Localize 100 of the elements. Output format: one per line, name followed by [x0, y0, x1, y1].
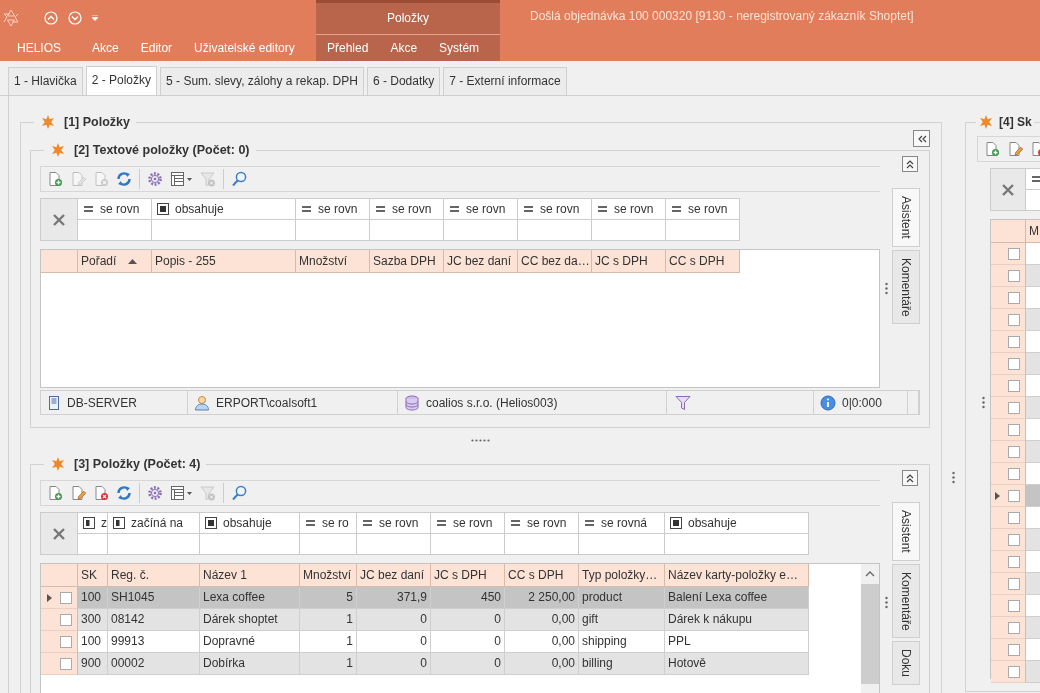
checkbox[interactable]: [1008, 335, 1020, 348]
scroll-up-icon[interactable]: [865, 570, 875, 578]
clear-filter-button[interactable]: [41, 199, 78, 241]
up-circle-icon[interactable]: [44, 10, 58, 25]
filter-input[interactable]: [300, 534, 357, 555]
clear-filter-button[interactable]: [991, 169, 1026, 211]
checkbox[interactable]: [1008, 665, 1020, 678]
search-icon[interactable]: [231, 485, 247, 501]
checkbox[interactable]: [1008, 445, 1020, 458]
filter-input[interactable]: [152, 220, 296, 241]
filter-input[interactable]: [444, 220, 518, 241]
column-header[interactable]: Popis - 255: [152, 250, 296, 272]
search-icon[interactable]: [231, 171, 247, 187]
filter-input[interactable]: [296, 220, 370, 241]
column-header[interactable]: Sazba DPH: [370, 250, 444, 272]
menu-item[interactable]: Akce: [379, 35, 429, 61]
checkbox[interactable]: [1008, 489, 1020, 502]
filter-operator[interactable]: se rovn: [444, 199, 518, 220]
checkbox[interactable]: [1008, 533, 1020, 546]
filter-operator[interactable]: obsahuje: [152, 199, 296, 220]
filter-operator[interactable]: obsahuje: [200, 513, 300, 534]
filter-input[interactable]: [78, 220, 152, 241]
table-row[interactable]: 300 08142 Dárek shoptet 1 0 0 0,00 gift Dárek k nákupu: [41, 609, 809, 631]
filter-operator[interactable]: se rovn: [592, 199, 666, 220]
tab[interactable]: 6 - Dodatky: [366, 67, 441, 95]
splitter-handle-icon[interactable]: [884, 281, 888, 295]
column-header[interactable]: CC bez da…: [518, 250, 592, 272]
column-header[interactable]: Množství: [300, 564, 357, 586]
column-header[interactable]: Reg. č.: [108, 564, 200, 586]
column-header[interactable]: SK: [78, 564, 108, 586]
filter-operator[interactable]: obsahuje: [665, 513, 809, 534]
splitter-handle-icon[interactable]: [982, 395, 985, 409]
table-columns-icon[interactable]: [170, 171, 193, 187]
filter-operator[interactable]: začíná na: [108, 513, 200, 534]
table-columns-icon[interactable]: [170, 485, 193, 501]
column-header[interactable]: JC s DPH: [431, 564, 505, 586]
side-tab[interactable]: Komentáře: [892, 563, 920, 639]
filter-operator[interactable]: se rovn: [505, 513, 579, 534]
context-tab-group[interactable]: Položky: [316, 3, 500, 35]
menu-item[interactable]: Systém: [428, 35, 491, 61]
filter-operator[interactable]: se rovn: [296, 199, 370, 220]
down-circle-icon[interactable]: [68, 10, 82, 25]
checkbox[interactable]: [1008, 379, 1020, 392]
filter-input[interactable]: [666, 220, 740, 241]
collapse-button[interactable]: [913, 130, 930, 147]
add-icon[interactable]: [47, 171, 63, 187]
add-icon[interactable]: [47, 485, 63, 501]
checkbox[interactable]: [1008, 577, 1020, 590]
table-row[interactable]: 100 99913 Dopravné 1 0 0 0,00 shipping PPL: [41, 631, 809, 653]
filter-operator[interactable]: se ro: [300, 513, 357, 534]
logo-icon[interactable]: [2, 8, 20, 27]
checkbox[interactable]: [1008, 643, 1020, 656]
column-header[interactable]: Pořadí: [78, 250, 152, 272]
checkbox[interactable]: [60, 613, 72, 626]
checkbox[interactable]: [1008, 423, 1020, 436]
side-tab[interactable]: Doku: [892, 641, 920, 686]
checkbox[interactable]: [1008, 313, 1020, 326]
tab[interactable]: 5 - Sum. slevy, zálohy a rekap. DPH: [160, 67, 364, 95]
filter-input[interactable]: [108, 534, 200, 555]
checkbox[interactable]: [1008, 555, 1020, 568]
column-header[interactable]: Množství: [296, 250, 370, 272]
column-header[interactable]: Typ položky…: [579, 564, 665, 586]
settings-icon[interactable]: [147, 485, 163, 501]
filter-operator[interactable]: se rovn: [78, 199, 152, 220]
tab[interactable]: 1 - Hlavička: [8, 67, 83, 95]
checkbox[interactable]: [1008, 291, 1020, 304]
filter-input[interactable]: [592, 220, 666, 241]
table-row[interactable]: 900 00002 Dobírka 1 0 0 0,00 billing Hotově: [41, 653, 809, 675]
checkbox[interactable]: [1008, 247, 1020, 260]
splitter-handle-icon[interactable]: [884, 596, 888, 609]
tab[interactable]: 7 - Externí informace: [443, 67, 567, 95]
checkbox[interactable]: [1008, 401, 1020, 414]
filter-input[interactable]: [357, 534, 431, 555]
filter-input[interactable]: [579, 534, 665, 555]
column-header[interactable]: Název 1: [200, 564, 300, 586]
caret-icon[interactable]: [92, 14, 98, 21]
filter-input[interactable]: [665, 534, 809, 555]
filter-input[interactable]: [78, 534, 108, 555]
checkbox[interactable]: [1008, 269, 1020, 282]
splitter-handle-icon[interactable]: [952, 471, 955, 484]
filter-operator[interactable]: se rovná: [579, 513, 665, 534]
checkbox[interactable]: [1008, 467, 1020, 480]
column-header[interactable]: CC s DPH: [505, 564, 579, 586]
filter-input[interactable]: [505, 534, 579, 555]
filter-input[interactable]: [518, 220, 592, 241]
collapse-button[interactable]: [902, 156, 918, 172]
edit-icon[interactable]: [70, 485, 86, 501]
refresh-icon[interactable]: [116, 171, 132, 187]
splitter-handle-icon[interactable]: [470, 438, 490, 442]
filter-operator[interactable]: se rovn: [357, 513, 431, 534]
edit-icon[interactable]: [1007, 141, 1023, 157]
checkbox[interactable]: [1008, 599, 1020, 612]
filter-icon[interactable]: [675, 394, 691, 411]
filter-operator[interactable]: se rovn: [666, 199, 740, 220]
column-header[interactable]: JC bez daní: [357, 564, 431, 586]
scrollbar[interactable]: [861, 564, 879, 693]
collapse-button[interactable]: [902, 470, 918, 486]
scrollbar-thumb[interactable]: [861, 584, 879, 684]
checkbox[interactable]: [1008, 511, 1020, 524]
filter-operator[interactable]: se rovn: [431, 513, 505, 534]
